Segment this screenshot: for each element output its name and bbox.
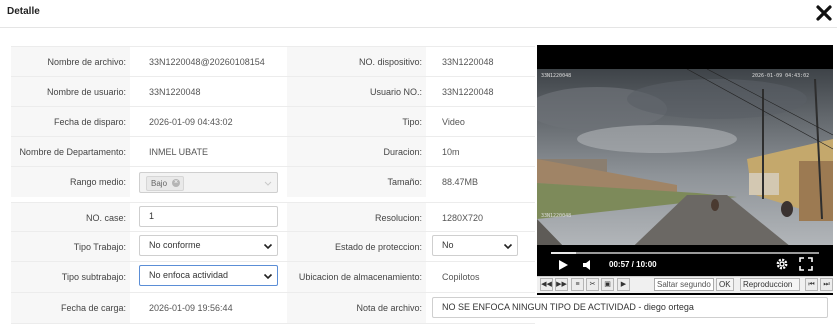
case-no-input[interactable]: 1 (139, 206, 278, 227)
form-row: Rango medio: Bajo × Tamaño: 88.47MB (11, 166, 535, 197)
trigger-date-value: 2026-01-09 04:43:02 (149, 117, 233, 127)
work-type-label: Tipo Trabajo: (11, 232, 130, 262)
skip-start-icon[interactable]: ⏮ (805, 278, 818, 291)
modal-title: Detalle (7, 6, 40, 17)
time-display: 00:57 / 10:00 (609, 260, 657, 269)
user-no-label: Usuario NO.: (287, 77, 426, 107)
video-player[interactable]: 33N1220048 2026-01-09 04:43:02 33N122004… (537, 45, 833, 295)
size-label: Tamaño: (287, 167, 426, 197)
duration-value: 10m (442, 147, 460, 157)
department-label: Nombre de Departamento: (11, 137, 130, 167)
rewind-icon[interactable]: ◀◀ (540, 278, 553, 291)
fast-forward-icon[interactable]: ▶▶ (555, 278, 568, 291)
upload-date-label: Fecha de carga: (11, 293, 130, 323)
skip-seconds-input[interactable]: Saltar segundo (654, 278, 714, 291)
chevron-down-icon (263, 273, 273, 280)
type-label: Tipo: (287, 107, 426, 137)
frame-icon[interactable]: ▣ (601, 278, 614, 291)
case-no-label: NO. case: (11, 203, 130, 233)
type-value: Video (442, 117, 465, 127)
work-type-value: No conforme (149, 240, 201, 250)
video-overlay-device-bottom: 33N1220048 (541, 213, 572, 219)
form-row: Nombre de usuario: 33N1220048 Usuario NO… (11, 76, 535, 107)
device-no-label: NO. dispositivo: (287, 47, 426, 77)
video-overlay-device: 33N1220048 (541, 73, 572, 79)
close-icon[interactable] (815, 4, 833, 22)
chevron-down-icon (264, 181, 272, 186)
progress-bar[interactable] (551, 252, 819, 254)
protection-state-value: No (442, 240, 454, 250)
next-frame-icon[interactable]: ▶ (617, 278, 630, 291)
medium-range-label: Rango medio: (11, 167, 130, 197)
trigger-date-label: Fecha de disparo: (11, 107, 130, 137)
medium-range-tag: Bajo × (146, 176, 185, 191)
form-row: Tipo Trabajo: No conforme Estado de prot… (11, 231, 535, 262)
user-no-value: 33N1220048 (442, 87, 494, 97)
volume-icon[interactable] (581, 259, 593, 271)
work-type-select[interactable]: No conforme (139, 235, 278, 256)
duration-label: Duracion: (287, 137, 426, 167)
file-note-input[interactable]: NO SE ENFOCA NINGUN TIPO DE ACTIVIDAD - … (432, 297, 828, 318)
subwork-type-select[interactable]: No enfoca actividad (139, 265, 278, 286)
file-note-label: Nota de archivo: (287, 293, 426, 323)
fullscreen-icon[interactable] (799, 257, 813, 271)
resolution-label: Resolucion: (287, 203, 426, 233)
form-row: Fecha de disparo: 2026-01-09 04:43:02 Ti… (11, 106, 535, 137)
medium-range-tag-label: Bajo (151, 179, 168, 188)
progress-fill (551, 252, 577, 254)
settings-gear-icon[interactable] (775, 257, 789, 271)
file-name-value: 33N1220048@20260108154 (149, 57, 265, 67)
resolution-value: 1280X720 (442, 213, 484, 223)
header-divider (0, 27, 837, 28)
subwork-type-value: No enfoca actividad (149, 270, 229, 280)
size-value: 88.47MB (442, 177, 479, 187)
chevron-down-icon (503, 243, 513, 250)
department-value: INMEL UBATE (149, 147, 209, 157)
protection-state-label: Estado de proteccion: (287, 232, 426, 262)
form-row: Fecha de carga: 2026-01-09 19:56:44 Nota… (11, 292, 828, 324)
scissors-icon[interactable]: ✂ (586, 278, 599, 291)
detail-form: Nombre de archivo: 33N1220048@2026010815… (11, 46, 828, 324)
form-row: Tipo subtrabajo: No enfoca actividad Ubi… (11, 261, 535, 292)
form-row: Nombre de Departamento: INMEL UBATE Dura… (11, 136, 535, 167)
form-row: NO. case: 1 Resolucion: 1280X720 (11, 202, 535, 233)
protection-state-select[interactable]: No (432, 235, 518, 256)
storage-location-value: Copilotos (442, 272, 480, 282)
playback-button[interactable]: Reproduccion (740, 278, 800, 291)
ok-button[interactable]: OK (716, 278, 734, 291)
medium-range-select[interactable]: Bajo × (139, 172, 278, 193)
skip-end-icon[interactable]: ⏭ (820, 278, 833, 291)
upload-date-value: 2026-01-09 19:56:44 (149, 303, 233, 313)
tag-remove-icon[interactable]: × (172, 179, 181, 187)
user-name-value: 33N1220048 (149, 87, 201, 97)
file-name-label: Nombre de archivo: (11, 47, 130, 77)
play-icon[interactable] (557, 259, 569, 271)
playback-toolbar: ◀◀ ▶▶ ≡ ✂ ▣ ▶ Saltar segundo OK Reproduc… (537, 276, 833, 293)
chevron-down-icon (263, 243, 273, 250)
form-row: Nombre de archivo: 33N1220048@2026010815… (11, 46, 535, 77)
subwork-type-label: Tipo subtrabajo: (11, 262, 130, 292)
list-icon[interactable]: ≡ (571, 278, 584, 291)
user-name-label: Nombre de usuario: (11, 77, 130, 107)
device-no-value: 33N1220048 (442, 57, 494, 67)
video-overlay-datetime: 2026-01-09 04:43:02 (752, 73, 810, 79)
storage-location-label: Ubicacion de almacenamiento: (287, 262, 426, 292)
